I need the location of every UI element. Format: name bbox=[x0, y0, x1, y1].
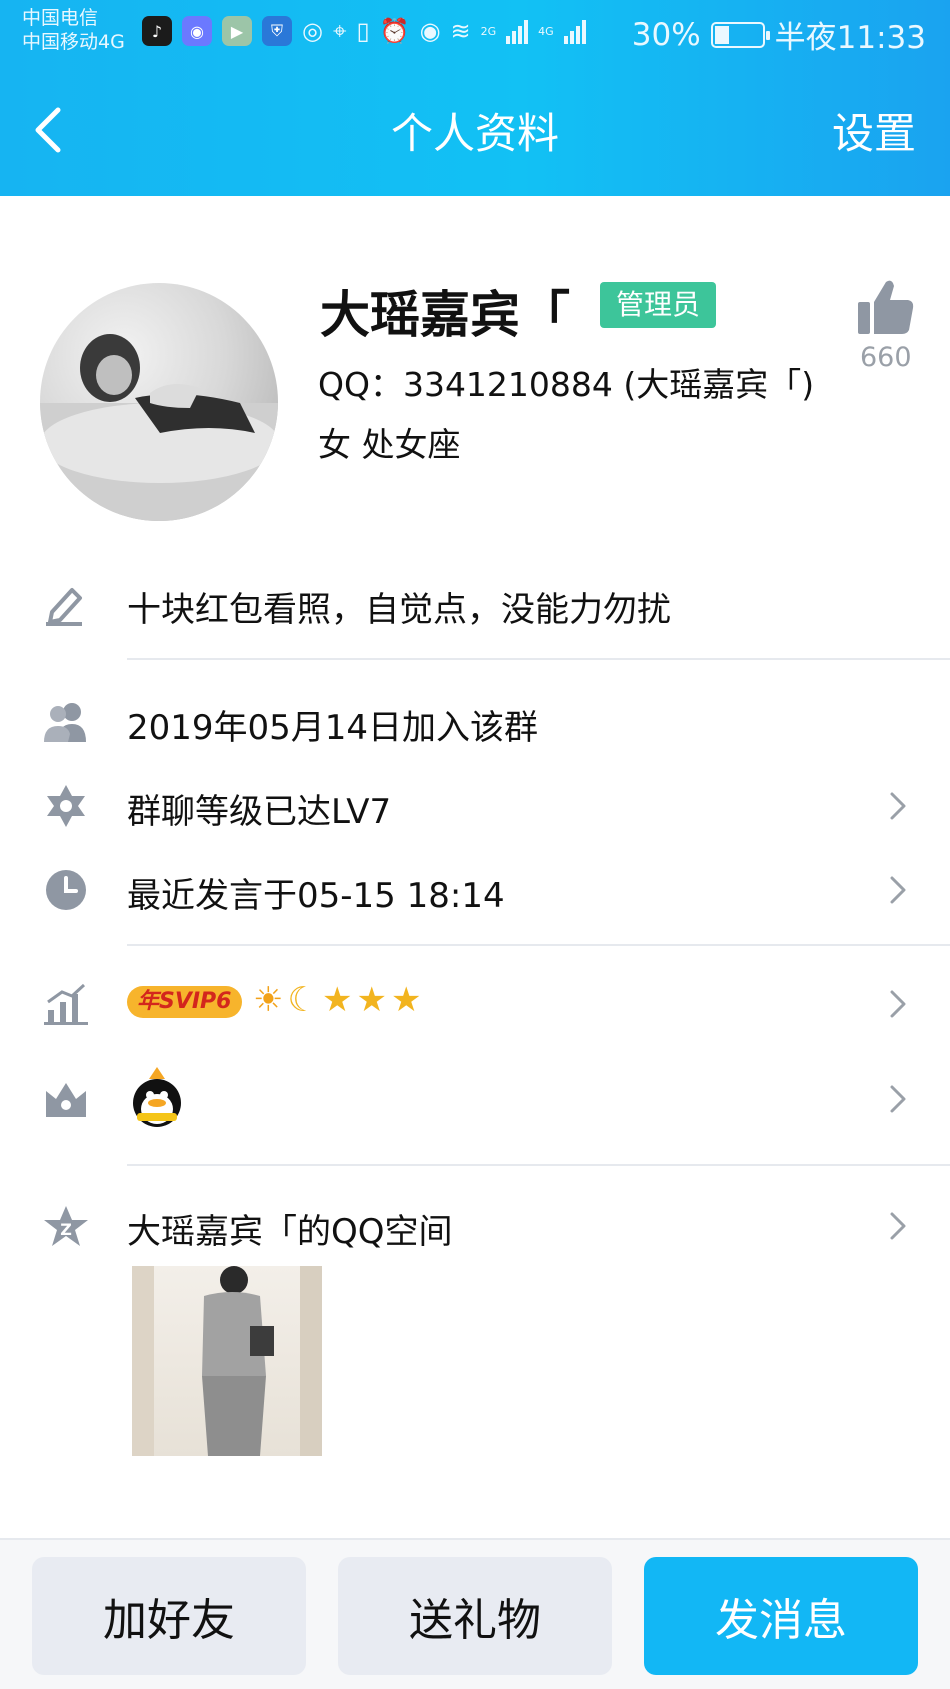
bar-chart-icon bbox=[42, 982, 90, 1026]
page-title: 个人资料 bbox=[390, 109, 559, 158]
location-icon: ⌖ bbox=[332, 17, 347, 45]
last-message-text: 最近发言于05-15 18:14 bbox=[127, 876, 505, 916]
group-level-row[interactable]: 群聊等级已达LV7 bbox=[0, 764, 950, 844]
sun-icon: ☀ bbox=[253, 980, 284, 1020]
qzone-row[interactable]: Z 大瑶嘉宾「的QQ空间 bbox=[0, 1184, 950, 1264]
qzone-photo-thumbnail[interactable] bbox=[132, 1266, 322, 1456]
svip-badge: 年SVIP6 bbox=[127, 986, 242, 1018]
add-friend-button[interactable]: 加好友 bbox=[32, 1557, 306, 1675]
status-bar: 中国电信 中国移动4G ♪ ◉ ▶ ⛨ ◎ ⌖ ▯ ⏰ ◉ ≋ 2G 4G 30… bbox=[0, 0, 950, 70]
avatar-photo bbox=[40, 334, 278, 521]
star-icon: ★ bbox=[356, 980, 387, 1020]
media-icon: ◎ bbox=[302, 17, 323, 45]
chat-app-icon: ◉ bbox=[182, 16, 212, 46]
star-icon: ★ bbox=[390, 980, 422, 1020]
moon-icon: ☾ bbox=[287, 980, 318, 1020]
vibrate-icon: ▯ bbox=[356, 17, 370, 45]
crown-icon bbox=[42, 1077, 90, 1121]
notification-icons: ♪ ◉ ▶ ⛨ ◎ ⌖ ▯ ⏰ ◉ ≋ 2G 4G bbox=[142, 16, 586, 46]
profile-name: 大瑶嘉宾「 bbox=[320, 286, 570, 344]
tiktok-icon: ♪ bbox=[142, 16, 172, 46]
signature-row: 十块红包看照，自觉点，没能力勿扰 bbox=[0, 562, 950, 642]
qzone-star-icon: Z bbox=[42, 1204, 90, 1248]
badge-star-icon bbox=[42, 784, 90, 828]
carrier-info: 中国电信 中国移动4G bbox=[22, 6, 125, 54]
shield-app-icon: ⛨ bbox=[262, 16, 292, 46]
status-right: 30% 半夜11:33 bbox=[632, 12, 926, 57]
divider bbox=[127, 1164, 950, 1166]
signal-1-icon bbox=[506, 18, 529, 44]
joined-text: 2019年05月14日加入该群 bbox=[127, 708, 539, 748]
penguin-icon bbox=[129, 1065, 185, 1131]
like-button[interactable] bbox=[856, 276, 916, 338]
chevron-right-icon bbox=[886, 1079, 910, 1119]
chevron-right-icon bbox=[886, 786, 910, 826]
video-app-icon: ▶ bbox=[222, 16, 252, 46]
chevron-right-icon bbox=[886, 984, 910, 1024]
signal-2-icon bbox=[563, 18, 586, 44]
battery-icon bbox=[710, 21, 770, 48]
network-1-label: 2G bbox=[480, 24, 497, 38]
divider bbox=[127, 658, 950, 660]
chevron-right-icon bbox=[886, 1206, 910, 1246]
clock-icon bbox=[42, 868, 90, 912]
qq-number: QQ：3341210884 (大瑶嘉宾「) bbox=[318, 365, 815, 404]
group-level-text: 群聊等级已达LV7 bbox=[127, 792, 392, 832]
avatar[interactable] bbox=[40, 283, 278, 521]
svg-text:Z: Z bbox=[60, 1220, 72, 1239]
carrier-2: 中国移动4G bbox=[22, 31, 125, 53]
decoration-row[interactable] bbox=[0, 1057, 950, 1137]
level-icons: ☀ ☾ ★ ★ ★ bbox=[253, 980, 421, 1020]
divider bbox=[127, 944, 950, 946]
like-count: 660 bbox=[860, 342, 912, 373]
qzone-text: 大瑶嘉宾「的QQ空间 bbox=[127, 1212, 453, 1252]
settings-button[interactable]: 设置 bbox=[832, 100, 916, 161]
eye-icon: ◉ bbox=[419, 17, 441, 45]
send-message-button[interactable]: 发消息 bbox=[644, 1557, 918, 1675]
wifi-icon: ≋ bbox=[450, 17, 471, 45]
send-gift-button[interactable]: 送礼物 bbox=[338, 1557, 612, 1675]
network-2-label: 4G bbox=[538, 24, 554, 38]
carrier-1: 中国电信 bbox=[22, 7, 99, 29]
signature-text: 十块红包看照，自觉点，没能力勿扰 bbox=[127, 590, 671, 630]
battery-percent: 30% bbox=[631, 16, 701, 53]
alarm-icon: ⏰ bbox=[379, 17, 410, 45]
edit-icon bbox=[42, 582, 90, 626]
clock: 半夜11:33 bbox=[774, 20, 926, 56]
joined-row: 2019年05月14日加入该群 bbox=[0, 680, 950, 760]
role-badge: 管理员 bbox=[600, 282, 717, 328]
last-message-row[interactable]: 最近发言于05-15 18:14 bbox=[0, 848, 950, 928]
star-icon: ★ bbox=[321, 980, 353, 1020]
thumbs-up-icon bbox=[858, 280, 914, 334]
members-icon bbox=[42, 700, 90, 744]
chevron-right-icon bbox=[886, 870, 910, 910]
bottom-action-bar: 加好友 送礼物 发消息 bbox=[0, 1538, 950, 1689]
gender-constellation: 女 处女座 bbox=[318, 425, 461, 464]
vip-row[interactable]: 年SVIP6 ☀ ☾ ★ ★ ★ bbox=[0, 962, 950, 1042]
